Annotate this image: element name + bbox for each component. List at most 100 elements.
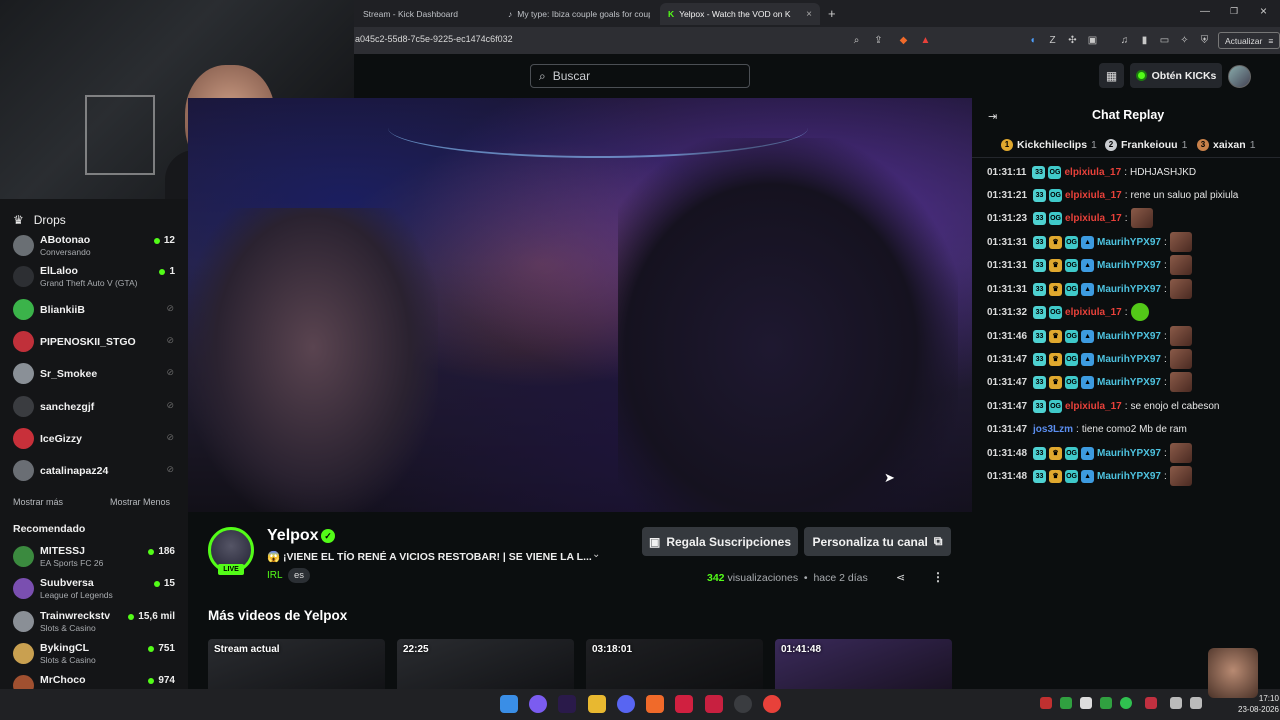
og-badge-icon[interactable]: OG — [1048, 165, 1062, 179]
app-icon[interactable] — [675, 695, 693, 713]
new-tab-icon[interactable]: + — [828, 6, 836, 21]
video-thumbnail[interactable]: Stream actual — [208, 639, 385, 689]
sidebar-toggle-icon[interactable]: ▮ — [1138, 34, 1151, 47]
emote-icon[interactable] — [1169, 466, 1192, 486]
emote-icon[interactable] — [1169, 279, 1192, 299]
audio-icon[interactable]: ◖ — [1026, 34, 1039, 47]
close-window-icon[interactable]: × — [1260, 4, 1267, 18]
close-tab-icon[interactable]: × — [806, 9, 812, 20]
leo-ai-icon[interactable]: ✧ — [1178, 34, 1191, 47]
recommended-channel[interactable]: Suubversa League of Legends 15 — [13, 575, 178, 603]
video-thumbnail[interactable]: 03:18:01 — [586, 639, 763, 689]
og-badge-icon[interactable]: OG — [1065, 352, 1079, 366]
og-badge-icon[interactable]: OG — [1065, 235, 1079, 249]
emote-icon[interactable] — [1169, 372, 1192, 392]
tab-kick-dashboard[interactable]: Stream - Kick Dashboard — [355, 3, 490, 25]
brave-shield-icon[interactable]: ◆ — [897, 34, 910, 47]
update-button[interactable]: Actualizar ≡ — [1218, 32, 1280, 49]
minimize-icon[interactable]: — — [1200, 6, 1210, 17]
streamer-name[interactable]: Yelpox — [267, 527, 319, 545]
sub-badge-icon[interactable]: 33 — [1033, 399, 1047, 413]
chat-username[interactable]: elpixiula_17 — [1065, 401, 1122, 412]
show-more-link[interactable]: Mostrar más — [13, 497, 63, 507]
chat-username[interactable]: MaurihYPX97 — [1097, 471, 1161, 482]
sidebar-channel[interactable]: IceGizzy ⊘ — [13, 425, 178, 453]
search-input[interactable]: ⌕ Buscar — [530, 64, 750, 88]
sub-badge-icon[interactable]: 33 — [1032, 165, 1046, 179]
emote-icon[interactable] — [1169, 232, 1192, 252]
language-tag[interactable]: es — [288, 568, 311, 583]
wallet-icon[interactable]: ▭ — [1158, 34, 1171, 47]
start-menu-icon[interactable] — [500, 695, 518, 713]
get-kicks-button[interactable]: Obtén KICKs — [1130, 63, 1222, 88]
tray-icon[interactable] — [1100, 697, 1112, 709]
og-badge-icon[interactable]: OG — [1065, 282, 1079, 296]
og-badge-icon[interactable]: OG — [1065, 446, 1079, 460]
sub-badge-icon[interactable]: 33 — [1033, 446, 1047, 460]
file-explorer-icon[interactable] — [588, 695, 606, 713]
crown-badge-icon[interactable]: ♛ — [1049, 258, 1063, 272]
crown-badge-icon[interactable]: ♛ — [1049, 352, 1063, 366]
media-icon[interactable]: ♫ — [1118, 34, 1131, 47]
chat-username[interactable]: MaurihYPX97 — [1097, 331, 1161, 342]
video-thumbnail[interactable]: 01:41:48 — [775, 639, 952, 689]
crown-badge-icon[interactable]: ♛ — [1049, 446, 1063, 460]
emote-icon[interactable] — [1169, 443, 1192, 463]
sub-badge-icon[interactable]: 33 — [1033, 188, 1047, 202]
brave-browser-icon[interactable] — [646, 695, 664, 713]
zoom-icon[interactable]: ⌕ — [850, 34, 863, 47]
tray-icon[interactable] — [1120, 697, 1132, 709]
recommended-channel[interactable]: BykingCL Slots & Casino 751 — [13, 640, 178, 668]
og-badge-icon[interactable]: OG — [1065, 375, 1079, 389]
premiere-icon[interactable] — [558, 695, 576, 713]
sub-badge-icon[interactable]: 33 — [1033, 469, 1047, 483]
collapse-chat-icon[interactable]: ⇥ — [988, 110, 997, 123]
chat-username[interactable]: MaurihYPX97 — [1097, 377, 1161, 388]
chat-username[interactable]: elpixiula_17 — [1065, 307, 1122, 318]
tab-tiktok[interactable]: ♪ My type: Ibiza couple goals for coup — [500, 3, 650, 25]
chat-username[interactable]: elpixiula_17 — [1065, 213, 1122, 224]
vip-badge-icon[interactable]: ▲ — [1081, 352, 1095, 366]
sub-badge-icon[interactable]: 33 — [1033, 305, 1047, 319]
app-icon[interactable] — [529, 695, 547, 713]
discord-icon[interactable] — [617, 695, 635, 713]
extension-z-icon[interactable]: Z — [1046, 34, 1059, 47]
vpn-icon[interactable]: ⛨ — [1198, 34, 1211, 47]
vip-badge-icon[interactable]: ▲ — [1081, 235, 1095, 249]
more-options-icon[interactable]: ⋮ — [932, 570, 944, 584]
tray-icon[interactable] — [1060, 697, 1072, 709]
gift-subs-button[interactable]: ▣ Regala Suscripciones — [642, 527, 798, 556]
sub-badge-icon[interactable]: 33 — [1033, 282, 1047, 296]
crown-badge-icon[interactable]: ♛ — [1049, 375, 1063, 389]
url-field[interactable]: a045c2-55d8-7c5e-9225-ec1474c6f032 — [355, 34, 513, 44]
user-avatar[interactable] — [1228, 65, 1251, 88]
crown-badge-icon[interactable]: ♛ — [1049, 329, 1063, 343]
tray-icon[interactable] — [1080, 697, 1092, 709]
sidebar-channel[interactable]: sanchezgjf ⊘ — [13, 393, 178, 421]
sidebar-channel[interactable]: Sr_Smokee ⊘ — [13, 360, 178, 388]
chat-username[interactable]: elpixiula_17 — [1065, 190, 1122, 201]
vip-badge-icon[interactable]: ▲ — [1081, 446, 1095, 460]
og-badge-icon[interactable]: OG — [1049, 399, 1063, 413]
emote-icon[interactable] — [1130, 208, 1153, 228]
og-badge-icon[interactable]: OG — [1049, 211, 1063, 225]
category-link[interactable]: IRL — [267, 570, 283, 581]
vip-badge-icon[interactable]: ▲ — [1081, 375, 1095, 389]
recommended-channel[interactable]: Trainwreckstv Slots & Casino 15,6 mil — [13, 608, 178, 636]
video-thumbnail[interactable]: 22:25 — [397, 639, 574, 689]
share-page-icon[interactable]: ⇪ — [872, 34, 885, 47]
chat-username[interactable]: MaurihYPX97 — [1097, 237, 1161, 248]
top-gifter[interactable]: 3 xaixan 1 — [1197, 139, 1256, 151]
chat-username[interactable]: MaurihYPX97 — [1097, 284, 1161, 295]
tab-yelpox-vod[interactable]: K Yelpox - Watch the VOD on K × — [660, 3, 820, 25]
share-icon[interactable]: ⋖ — [896, 571, 905, 584]
chat-username[interactable]: MaurihYPX97 — [1097, 354, 1161, 365]
emote-icon[interactable] — [1169, 349, 1192, 369]
sub-badge-icon[interactable]: 33 — [1033, 235, 1047, 249]
vip-badge-icon[interactable]: ▲ — [1081, 258, 1095, 272]
og-badge-icon[interactable]: OG — [1065, 329, 1079, 343]
sidebar-channel[interactable]: PIPENOSKII_STGO ⊘ — [13, 328, 178, 356]
sidebar-channel[interactable]: ABotonao Conversando 12 — [13, 232, 178, 260]
sidebar-channel[interactable]: catalinapaz24 ⊘ — [13, 457, 178, 485]
crown-badge-icon[interactable]: ♛ — [1049, 235, 1063, 249]
